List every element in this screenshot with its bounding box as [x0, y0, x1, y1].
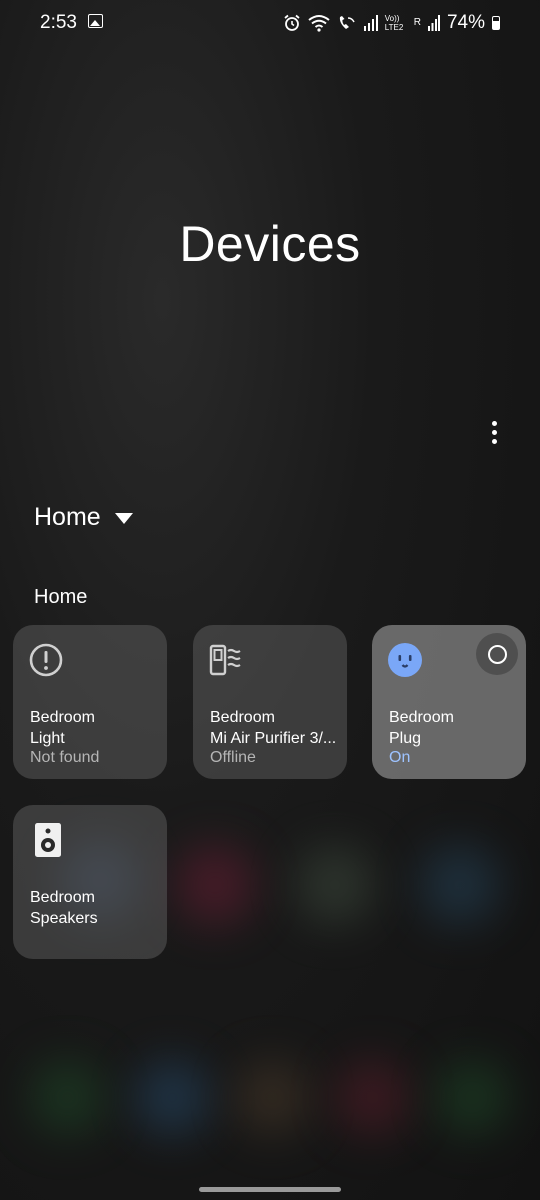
signal-roaming-icon — [427, 15, 440, 31]
status-bar: 2:53 Vo)) LTE2 R 74% — [0, 0, 540, 46]
power-toggle-button[interactable] — [476, 633, 518, 675]
more-dot — [491, 438, 497, 444]
background-blur — [295, 845, 375, 925]
background-blur — [335, 1060, 410, 1135]
page-title: Devices — [179, 216, 361, 272]
more-options-button[interactable] — [478, 414, 510, 450]
signal-icon — [363, 15, 378, 31]
status-icons: Vo)) LTE2 R 74% — [283, 12, 500, 34]
section-label: Home — [34, 586, 88, 608]
more-dot — [491, 420, 497, 426]
smart-plug-icon — [388, 643, 422, 677]
device-name: Bedroom Light — [30, 709, 95, 747]
device-name: Bedroom Plug — [389, 709, 454, 747]
device-name: Bedroom Mi Air Purifier 3/... — [210, 709, 337, 747]
wifi-calling-icon — [339, 16, 355, 29]
battery-percent: 74% — [446, 12, 485, 33]
dropdown-arrow-icon — [114, 513, 133, 524]
device-name: Bedroom Speakers — [30, 889, 98, 927]
alert-circle-icon — [29, 643, 63, 677]
device-status: Not found — [30, 749, 100, 766]
background-blur — [30, 1060, 105, 1135]
background-blur — [435, 1060, 510, 1135]
battery-icon — [492, 16, 500, 30]
speaker-icon — [35, 823, 61, 857]
status-time: 2:53 — [40, 12, 77, 33]
device-status: Offline — [210, 749, 256, 766]
gallery-icon — [88, 14, 103, 28]
roaming-label: R — [413, 17, 421, 28]
background-blur — [135, 1060, 210, 1135]
device-card-bedroom-plug[interactable]: Bedroom Plug On — [372, 625, 526, 779]
device-status: On — [389, 749, 411, 766]
device-card-bedroom-speakers[interactable]: Bedroom Speakers — [13, 805, 167, 959]
device-card-bedroom-light[interactable]: Bedroom Light Not found — [13, 625, 167, 779]
background-blur — [420, 845, 500, 925]
device-card-air-purifier[interactable]: Bedroom Mi Air Purifier 3/... Offline — [193, 625, 347, 779]
background-blur — [235, 1060, 310, 1135]
location-dropdown[interactable]: Home — [34, 503, 133, 532]
alarm-icon — [284, 14, 300, 31]
air-purifier-icon — [209, 644, 241, 676]
location-label: Home — [34, 503, 101, 531]
background-blur — [175, 845, 255, 925]
wifi-icon — [308, 15, 330, 32]
more-dot — [491, 429, 497, 435]
volte-icon: Vo)) LTE2 — [384, 14, 404, 32]
home-gesture-bar[interactable] — [199, 1187, 341, 1192]
